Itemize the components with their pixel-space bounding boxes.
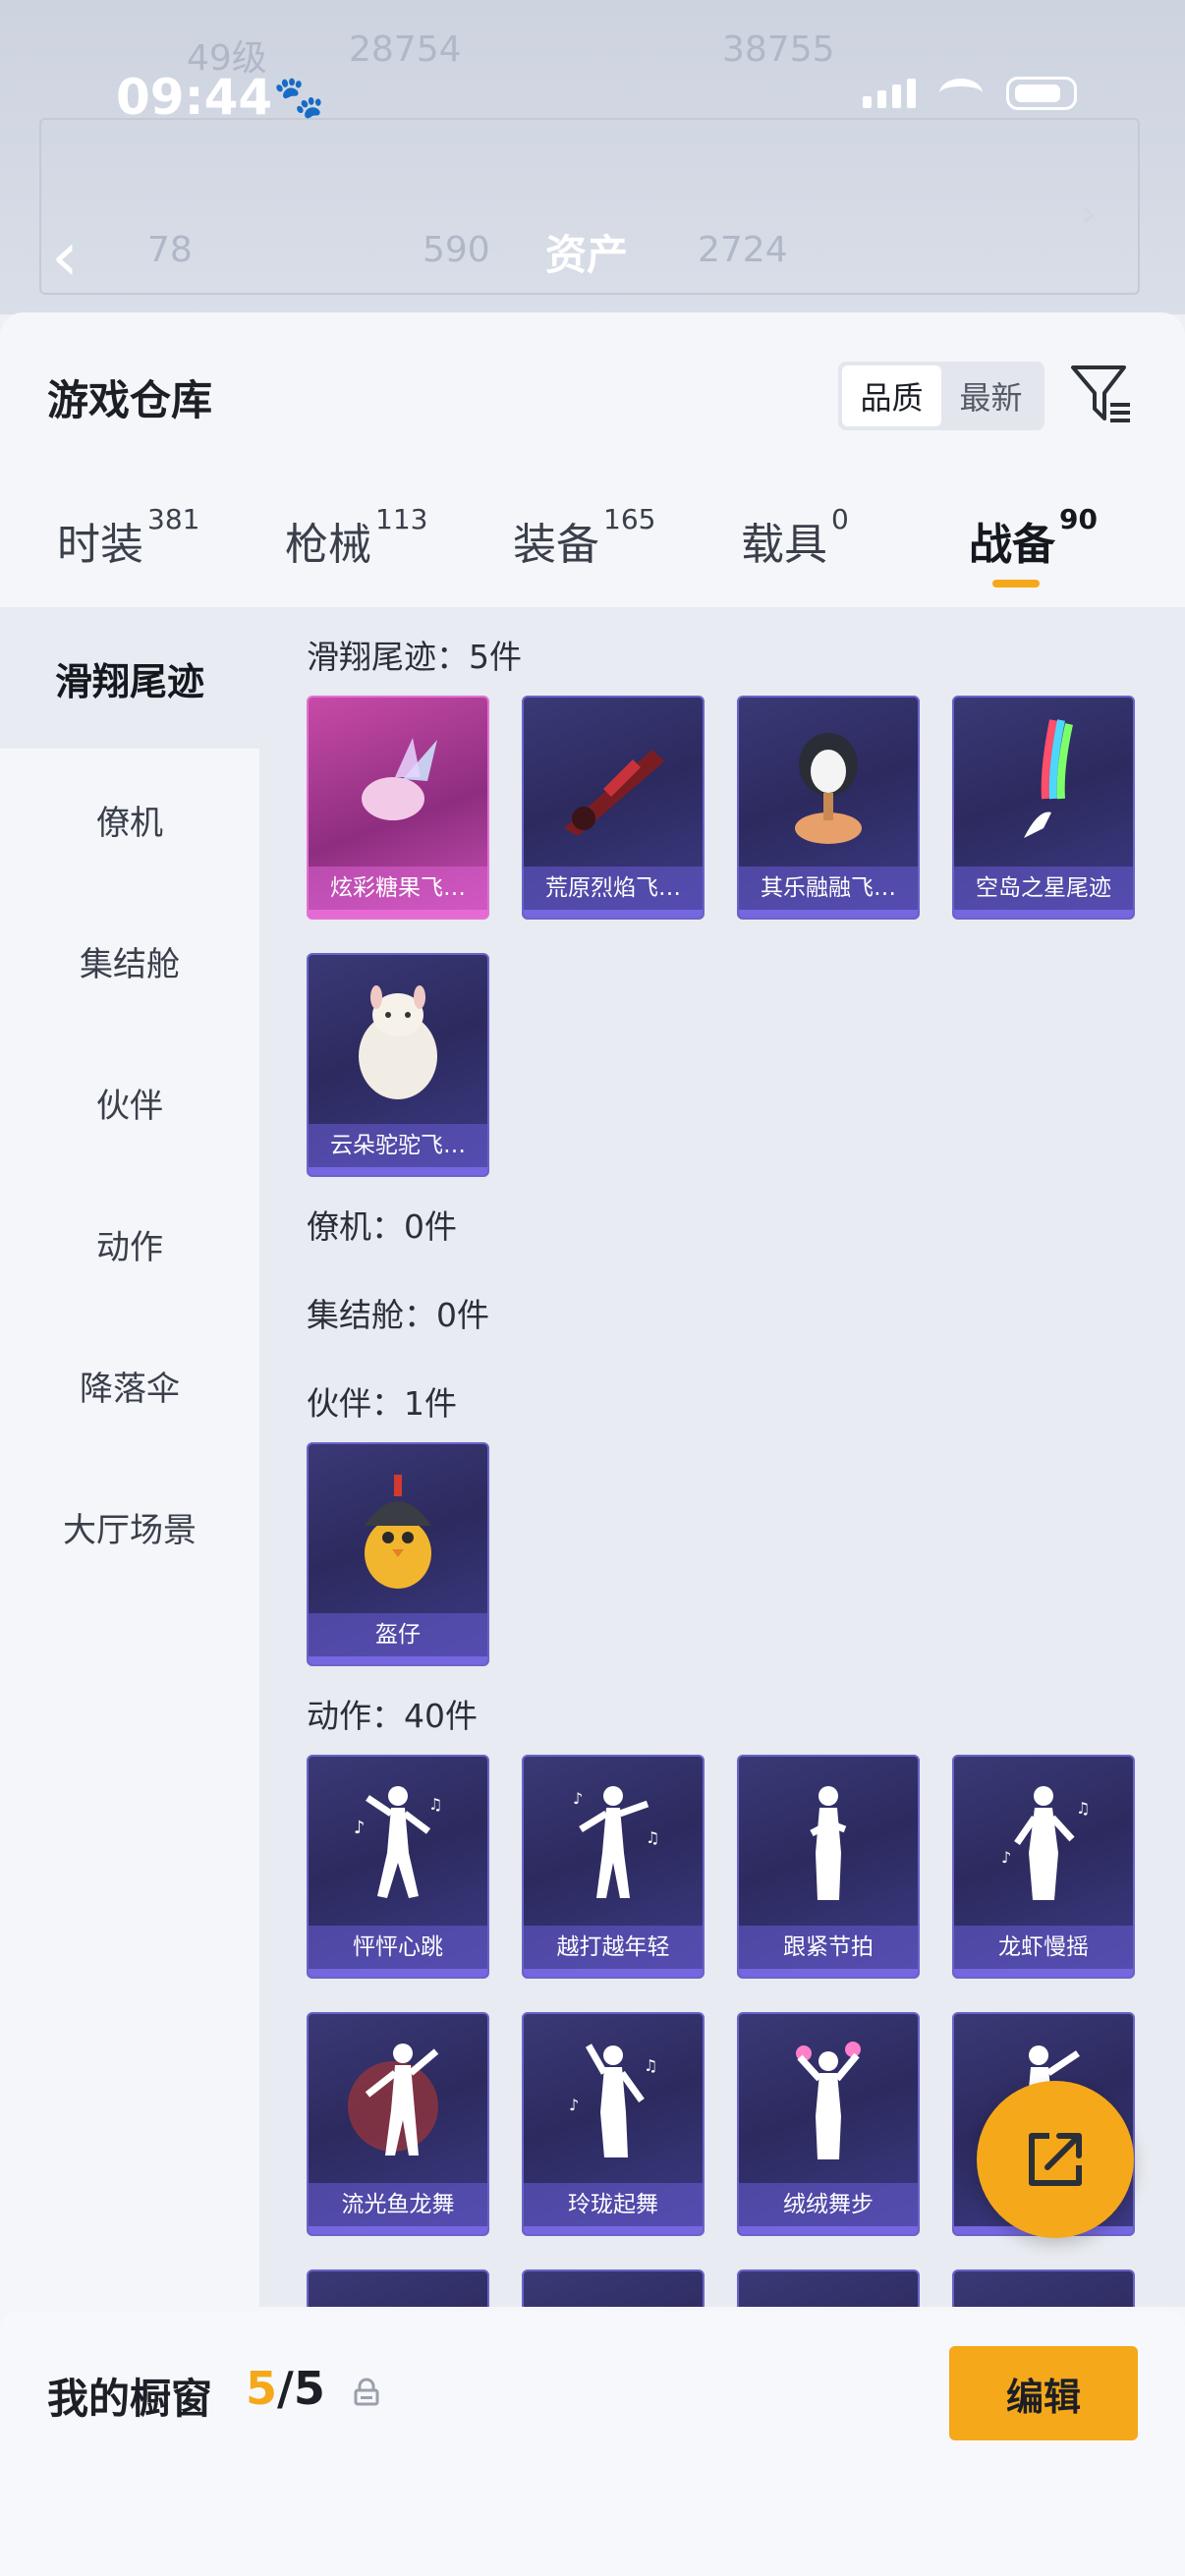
svg-text:♪: ♪ bbox=[1001, 1848, 1011, 1867]
item-name: 云朵驼驼飞… bbox=[309, 1124, 487, 1167]
item-card[interactable] bbox=[522, 2269, 705, 2307]
svg-text:♪: ♪ bbox=[573, 1789, 583, 1808]
item-name: 绒绒舞步 bbox=[739, 2183, 918, 2226]
dance-figure-icon bbox=[739, 2014, 918, 2187]
tab-vehicles[interactable]: 载具0 bbox=[741, 503, 849, 572]
section-label-partner: 伙伴：1件 bbox=[307, 1384, 457, 1423]
sort-toggle: 品质 最新 bbox=[838, 362, 1044, 430]
item-card[interactable] bbox=[307, 2269, 489, 2307]
signal-icon bbox=[863, 79, 916, 108]
active-tab-indicator bbox=[992, 580, 1040, 588]
category-tabs: 时装381 枪械113 装备165 载具0 战备90 bbox=[0, 503, 1185, 607]
item-card[interactable] bbox=[737, 2269, 920, 2307]
showcase-title: 我的橱窗 bbox=[47, 2375, 213, 2423]
asset-value: 78 bbox=[147, 230, 193, 270]
asset-value: 590 bbox=[423, 230, 490, 270]
item-name: 玲珑起舞 bbox=[524, 2183, 703, 2226]
sidebar-item-partner[interactable]: 伙伴 bbox=[0, 1032, 259, 1173]
item-card[interactable]: 流光鱼龙舞 bbox=[307, 2012, 489, 2236]
item-name: 龙虾慢摇 bbox=[954, 1926, 1133, 1969]
dance-figure-icon: ♪ ♫ bbox=[309, 1757, 487, 1930]
svg-text:♫: ♫ bbox=[428, 1795, 442, 1814]
item-card[interactable] bbox=[952, 2269, 1135, 2307]
item-name: 跟紧节拍 bbox=[739, 1926, 918, 1969]
category-sidebar: 滑翔尾迹 僚机 集结舱 伙伴 动作 降落伞 大厅场景 bbox=[0, 607, 259, 2307]
item-name: 流光鱼龙舞 bbox=[309, 2183, 487, 2226]
lock-icon bbox=[354, 2378, 379, 2406]
item-card[interactable]: 炫彩糖果飞… bbox=[307, 696, 489, 920]
stat-value: 28754 bbox=[349, 29, 462, 70]
sidebar-item-pod[interactable]: 集结舱 bbox=[0, 890, 259, 1032]
status-icons bbox=[863, 77, 1077, 110]
item-name: 怦怦心跳 bbox=[309, 1926, 487, 1969]
battery-icon bbox=[1006, 77, 1077, 110]
background-page: 49级 28754 38755 78 590 2724 ‹ 资产 › 09:44… bbox=[0, 0, 1185, 314]
showcase-bar: 我的橱窗 5/5 编辑 bbox=[0, 2311, 1185, 2576]
item-card[interactable]: 荒原烈焰飞… bbox=[522, 696, 705, 920]
sidebar-item-parachute[interactable]: 降落伞 bbox=[0, 1315, 259, 1456]
tab-combat-gear[interactable]: 战备90 bbox=[969, 503, 1098, 572]
item-name: 盔仔 bbox=[309, 1613, 487, 1656]
rainbow-trail-icon bbox=[954, 698, 1133, 870]
alpaca-glider-icon bbox=[309, 955, 487, 1128]
item-name: 荒原烈焰飞… bbox=[524, 867, 703, 910]
item-card[interactable]: 盔仔 bbox=[307, 1442, 489, 1666]
dance-figure-icon: ♪ ♫ bbox=[954, 1757, 1133, 1930]
penguin-glider-icon bbox=[739, 698, 918, 870]
item-name: 越打越年轻 bbox=[524, 1926, 703, 1969]
item-card[interactable]: 云朵驼驼飞… bbox=[307, 953, 489, 1177]
item-card[interactable]: ♪ ♫ 玲珑起舞 bbox=[522, 2012, 705, 2236]
svg-text:♫: ♫ bbox=[644, 2056, 657, 2075]
item-name: 空岛之星尾迹 bbox=[954, 867, 1133, 910]
svg-text:♪: ♪ bbox=[569, 2096, 579, 2114]
tab-firearms[interactable]: 枪械113 bbox=[285, 503, 427, 572]
dance-figure-icon: ♪ ♫ bbox=[524, 1757, 703, 1930]
status-time: 09:44 bbox=[116, 69, 273, 126]
section-label-emote: 动作：40件 bbox=[307, 1697, 478, 1735]
stat-value: 38755 bbox=[722, 29, 835, 70]
item-name: 其乐融融飞… bbox=[739, 867, 918, 910]
section-label-glide-trail: 滑翔尾迹：5件 bbox=[307, 638, 522, 676]
asset-title: 资产 bbox=[545, 231, 629, 279]
paw-icon: 🐾 bbox=[273, 73, 325, 121]
share-button[interactable] bbox=[977, 2081, 1134, 2238]
flame-glider-icon bbox=[524, 698, 703, 870]
sidebar-item-glide-trail[interactable]: 滑翔尾迹 bbox=[0, 607, 259, 749]
item-card[interactable]: ♪ ♫ 怦怦心跳 bbox=[307, 1755, 489, 1979]
item-card[interactable]: 跟紧节拍 bbox=[737, 1755, 920, 1979]
item-name: 炫彩糖果飞… bbox=[309, 867, 487, 910]
item-card[interactable]: 绒绒舞步 bbox=[737, 2012, 920, 2236]
item-card[interactable]: ♪ ♫ 越打越年轻 bbox=[522, 1755, 705, 1979]
item-card[interactable]: 空岛之星尾迹 bbox=[952, 696, 1135, 920]
tab-equipment[interactable]: 装备165 bbox=[513, 503, 655, 572]
chevron-right-icon: › bbox=[1081, 192, 1097, 237]
svg-text:♪: ♪ bbox=[354, 1818, 366, 1838]
sidebar-item-lobby-scene[interactable]: 大厅场景 bbox=[0, 1456, 259, 1597]
dance-figure-icon: ♪ ♫ bbox=[524, 2014, 703, 2187]
section-label-pod: 集结舱：0件 bbox=[307, 1296, 489, 1334]
candy-trail-icon bbox=[309, 698, 487, 870]
item-card[interactable]: ♪ ♫ 龙虾慢摇 bbox=[952, 1755, 1135, 1979]
sidebar-item-emote[interactable]: 动作 bbox=[0, 1173, 259, 1315]
edit-button[interactable]: 编辑 bbox=[949, 2346, 1138, 2440]
svg-text:♫: ♫ bbox=[646, 1828, 659, 1847]
sort-newest-button[interactable]: 最新 bbox=[941, 365, 1041, 426]
wifi-icon bbox=[939, 79, 983, 108]
sort-quality-button[interactable]: 品质 bbox=[842, 365, 941, 426]
dance-figure-icon bbox=[739, 1757, 918, 1930]
sidebar-item-wingman[interactable]: 僚机 bbox=[0, 749, 259, 890]
item-grid-area: 滑翔尾迹：5件 炫彩糖果飞… 荒原烈焰飞… 其乐融融飞… 空岛之星尾迹 云朵驼驼… bbox=[259, 607, 1185, 2307]
svg-text:♫: ♫ bbox=[1076, 1799, 1090, 1818]
sheet-title: 游戏仓库 bbox=[47, 376, 213, 424]
dragon-dance-icon bbox=[309, 2014, 487, 2187]
filter-icon[interactable] bbox=[1069, 362, 1134, 430]
asset-value: 2724 bbox=[698, 230, 788, 270]
helmet-chick-icon bbox=[309, 1444, 487, 1617]
section-label-wingman: 僚机：0件 bbox=[307, 1207, 457, 1246]
back-icon[interactable]: ‹ bbox=[51, 216, 79, 297]
external-link-icon bbox=[1029, 2133, 1082, 2186]
tab-fashion[interactable]: 时装381 bbox=[57, 503, 199, 572]
item-card[interactable]: 其乐融融飞… bbox=[737, 696, 920, 920]
showcase-count: 5/5 bbox=[246, 2362, 325, 2415]
